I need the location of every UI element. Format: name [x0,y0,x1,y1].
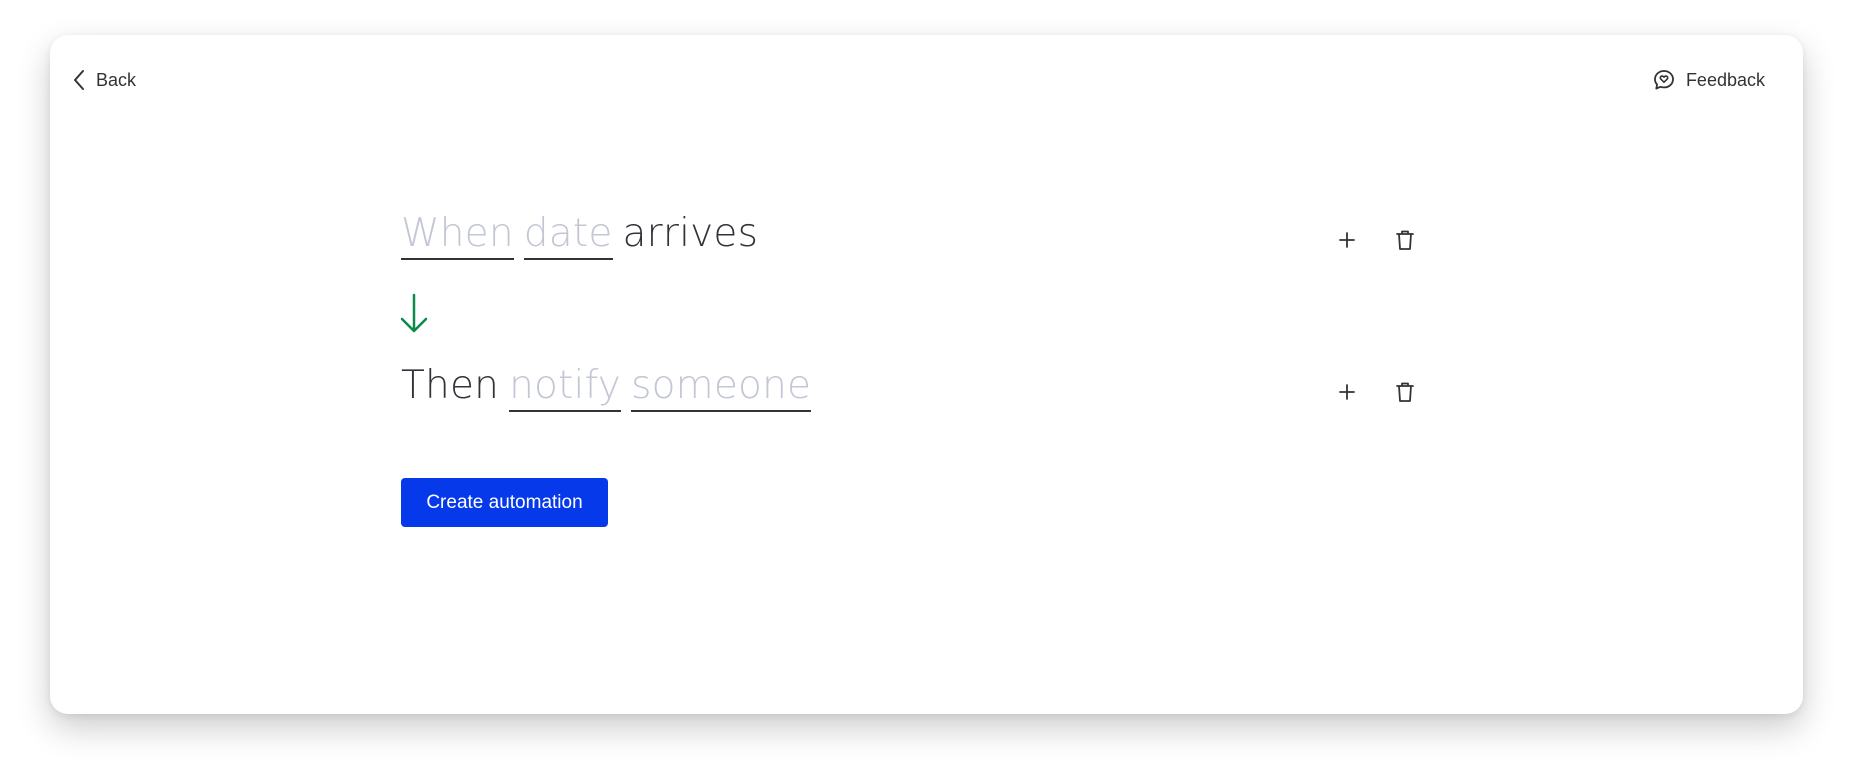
trash-icon[interactable] [1393,380,1417,404]
back-button[interactable]: Back [72,64,136,96]
action-row-actions [1335,380,1417,404]
trash-icon[interactable] [1393,228,1417,252]
feedback-icon [1652,68,1676,92]
back-label: Back [96,69,137,90]
feedback-label: Feedback [1685,69,1765,90]
action-someone-token[interactable]: someone [631,364,812,412]
trigger-date-token[interactable]: date [523,212,613,260]
arrow-down-icon [399,293,429,340]
plus-icon[interactable] [1335,380,1359,404]
action-sentence: Then notify someone [401,363,812,412]
page: Back Feedback When date arrives Then not… [0,0,1854,780]
action-notify-token[interactable]: notify [509,364,622,412]
plus-icon[interactable] [1335,228,1359,252]
create-automation-button[interactable]: Create automation [401,478,608,527]
trigger-sentence: When date arrives [401,211,759,260]
chevron-left-icon [72,69,86,91]
trigger-arrives-text: arrives [622,211,759,256]
action-then-text: Then [401,363,500,408]
trigger-row-actions [1335,228,1417,252]
automation-builder-card: Back Feedback When date arrives Then not… [50,35,1803,714]
feedback-button[interactable]: Feedback [1652,64,1765,96]
trigger-when-token[interactable]: When [401,212,514,260]
